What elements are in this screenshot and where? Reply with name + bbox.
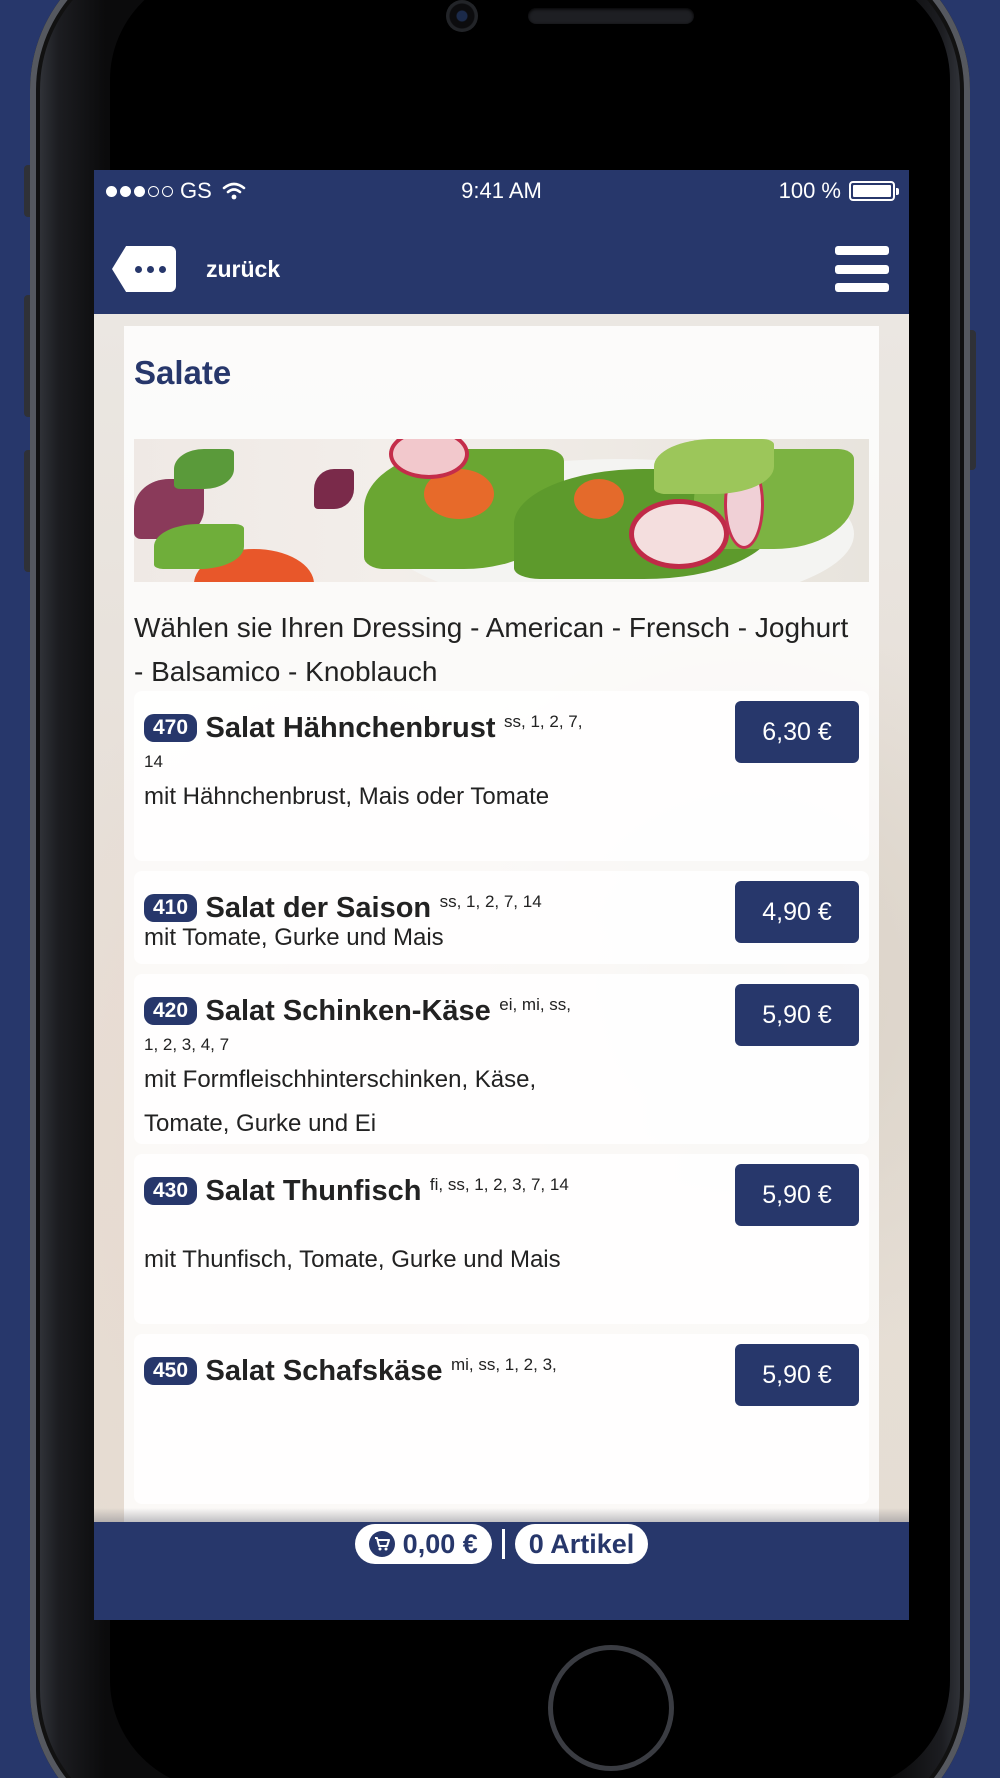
front-camera — [446, 0, 478, 32]
cart-total: 0,00 € — [402, 1528, 478, 1559]
add-to-cart-price-button[interactable]: 4,90 € — [735, 881, 859, 943]
home-button[interactable] — [548, 1645, 674, 1771]
item-description: mit Formfleischhinterschinken, Käse, Tom… — [144, 1066, 537, 1137]
item-number-badge: 420 — [144, 997, 198, 1025]
app-screen: GS 9:41 AM 100 % zurück Salate Wählen si… — [94, 170, 909, 1620]
menu-item[interactable]: 410 Salat der Saison ss, 1, 2, 7, 14 mit… — [134, 871, 869, 964]
item-number-badge: 470 — [144, 714, 198, 742]
add-to-cart-price-button[interactable]: 5,90 € — [735, 984, 859, 1046]
salad-banner-image — [134, 439, 869, 582]
menu-item[interactable]: 450 Salat Schafskäse mi, ss, 1, 2, 3, 5,… — [134, 1334, 869, 1504]
item-header: 450 Salat Schafskäse mi, ss, 1, 2, 3, — [144, 1348, 584, 1388]
page-title: Salate — [134, 354, 232, 391]
item-number-badge: 450 — [144, 1357, 198, 1385]
cart-total-button[interactable]: 0,00 € — [354, 1524, 492, 1564]
back-tag-icon — [112, 246, 176, 292]
item-allergens: ss, 1, 2, 7, 14 — [439, 892, 542, 911]
menu-item[interactable]: 430 Salat Thunfisch fi, ss, 1, 2, 3, 7, … — [134, 1154, 869, 1324]
battery-percent: 100 % — [778, 178, 841, 203]
back-label: zurück — [206, 255, 281, 282]
item-description: mit Thunfisch, Tomate, Gurke und Mais — [144, 1246, 561, 1273]
item-description: mit Hähnchenbrust, Mais oder Tomate — [144, 783, 550, 810]
battery-status: 100 % — [778, 178, 899, 204]
category-panel: Salate Wählen sie Ihren Dressing - Ameri… — [124, 326, 879, 1536]
battery-icon — [849, 181, 899, 201]
item-name: Salat Schafskäse — [205, 1355, 443, 1387]
add-to-cart-price-button[interactable]: 5,90 € — [735, 1344, 859, 1406]
cart-divider — [501, 1529, 505, 1559]
menu-icon[interactable] — [835, 246, 889, 292]
item-name: Salat Hähnchenbrust — [205, 712, 496, 744]
shopping-cart-icon — [368, 1531, 395, 1557]
item-name: Salat Thunfisch — [205, 1175, 422, 1207]
status-bar: GS 9:41 AM 100 % — [94, 170, 909, 210]
item-allergens: mi, ss, 1, 2, 3, — [450, 1355, 557, 1374]
nav-bar: zurück — [94, 210, 909, 314]
menu-item[interactable]: 420 Salat Schinken-Käse ei, mi, ss, 1, 2… — [134, 974, 869, 1144]
menu-item[interactable]: 470 Salat Hähnchenbrust ss, 1, 2, 7, 14 … — [134, 691, 869, 861]
item-header: 470 Salat Hähnchenbrust ss, 1, 2, 7, 14 — [144, 705, 584, 782]
item-name: Salat Schinken-Käse — [205, 995, 491, 1027]
cart-count: 0 Artikel — [528, 1528, 635, 1559]
add-to-cart-price-button[interactable]: 6,30 € — [735, 701, 859, 763]
item-header: 420 Salat Schinken-Käse ei, mi, ss, 1, 2… — [144, 988, 584, 1065]
item-description: mit Tomate, Gurke und Mais — [144, 924, 444, 951]
item-header: 430 Salat Thunfisch fi, ss, 1, 2, 3, 7, … — [144, 1168, 584, 1208]
dressing-info: Wählen sie Ihren Dressing - American - F… — [134, 612, 849, 687]
earpiece-speaker — [528, 8, 694, 24]
content-area[interactable]: Salate Wählen sie Ihren Dressing - Ameri… — [94, 314, 909, 1536]
item-allergens: fi, ss, 1, 2, 3, 7, 14 — [429, 1175, 569, 1194]
cart-count-button[interactable]: 0 Artikel — [514, 1524, 649, 1564]
cart-bar: 0,00 € 0 Artikel — [94, 1508, 909, 1620]
back-button[interactable]: zurück — [112, 246, 280, 292]
item-number-badge: 430 — [144, 1177, 198, 1205]
add-to-cart-price-button[interactable]: 5,90 € — [735, 1164, 859, 1226]
